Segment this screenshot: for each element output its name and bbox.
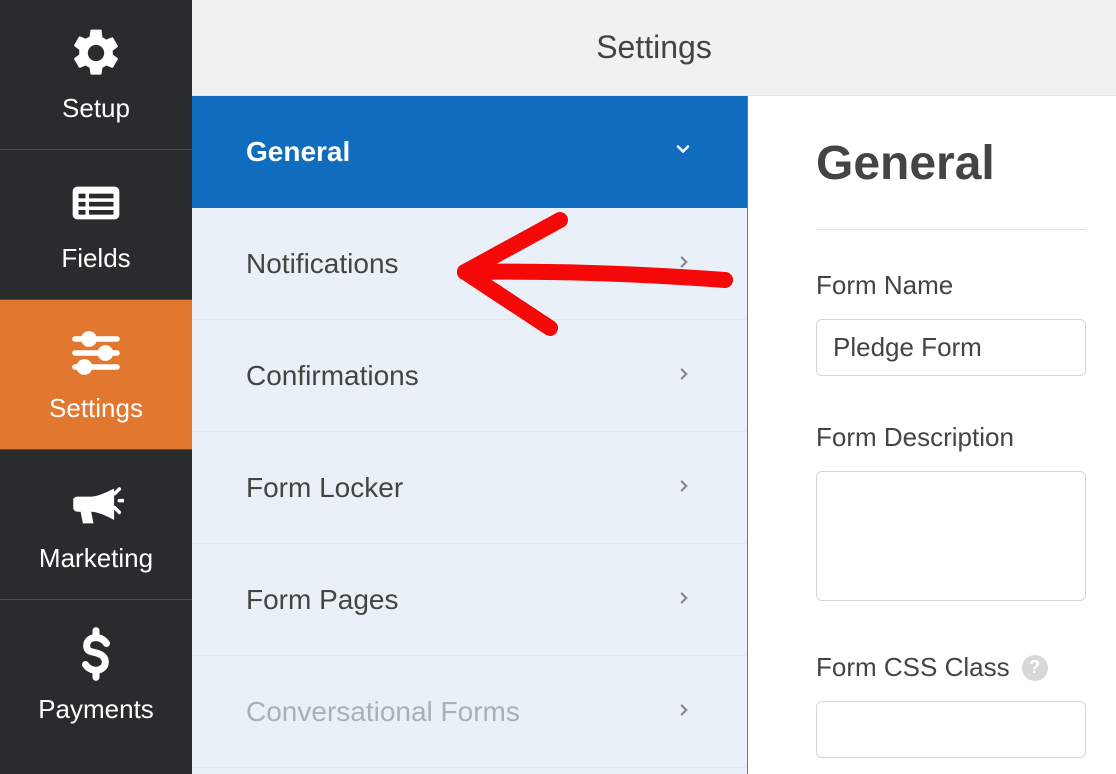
sidebar-item-label: Fields: [61, 243, 130, 274]
sidebar-item-label: Payments: [38, 694, 154, 725]
dollar-icon: [68, 626, 124, 682]
settings-tab-confirmations[interactable]: Confirmations: [192, 320, 747, 432]
sidebar-item-label: Settings: [49, 393, 143, 424]
field-group-form-name: Form Name: [816, 270, 1086, 376]
settings-tab-label: General: [246, 136, 350, 168]
chevron-right-icon: [675, 251, 693, 277]
primary-sidebar: Setup Fields Settings Marketing Payments: [0, 0, 192, 774]
sliders-icon: [68, 325, 124, 381]
settings-tab-label: Form Locker: [246, 472, 403, 504]
chevron-down-icon: [673, 139, 693, 165]
page-title: Settings: [596, 29, 712, 66]
sidebar-item-label: Setup: [62, 93, 130, 124]
chevron-right-icon: [675, 587, 693, 613]
settings-subnav: General Notifications Confirmations Form…: [192, 96, 748, 774]
sidebar-item-settings[interactable]: Settings: [0, 300, 192, 450]
form-css-class-label: Form CSS Class: [816, 652, 1010, 683]
sidebar-item-marketing[interactable]: Marketing: [0, 450, 192, 600]
settings-tab-label: Conversational Forms: [246, 696, 520, 728]
settings-tab-form-locker[interactable]: Form Locker: [192, 432, 747, 544]
settings-tab-notifications[interactable]: Notifications: [192, 208, 747, 320]
settings-tab-label: Form Pages: [246, 584, 399, 616]
gear-icon: [68, 25, 124, 81]
sidebar-item-label: Marketing: [39, 543, 153, 574]
settings-tab-form-pages[interactable]: Form Pages: [192, 544, 747, 656]
settings-tab-label: Notifications: [246, 248, 399, 280]
settings-tab-general[interactable]: General: [192, 96, 747, 208]
page-header: Settings: [192, 0, 1116, 96]
form-description-input[interactable]: [816, 471, 1086, 601]
settings-tab-label: Confirmations: [246, 360, 419, 392]
help-icon[interactable]: ?: [1022, 655, 1048, 681]
sidebar-item-setup[interactable]: Setup: [0, 0, 192, 150]
settings-panel: General Form Name Form Description Form …: [764, 96, 1116, 774]
list-icon: [68, 175, 124, 231]
field-group-form-css-class: Form CSS Class ?: [816, 652, 1086, 758]
chevron-right-icon: [675, 699, 693, 725]
form-description-label: Form Description: [816, 422, 1086, 453]
form-name-input[interactable]: [816, 319, 1086, 376]
panel-heading: General: [816, 136, 1086, 230]
chevron-right-icon: [675, 363, 693, 389]
form-name-label: Form Name: [816, 270, 1086, 301]
sidebar-item-payments[interactable]: Payments: [0, 600, 192, 750]
chevron-right-icon: [675, 475, 693, 501]
field-group-form-description: Form Description: [816, 422, 1086, 606]
sidebar-item-fields[interactable]: Fields: [0, 150, 192, 300]
bullhorn-icon: [68, 475, 124, 531]
form-css-class-input[interactable]: [816, 701, 1086, 758]
settings-tab-conversational-forms[interactable]: Conversational Forms: [192, 656, 747, 768]
